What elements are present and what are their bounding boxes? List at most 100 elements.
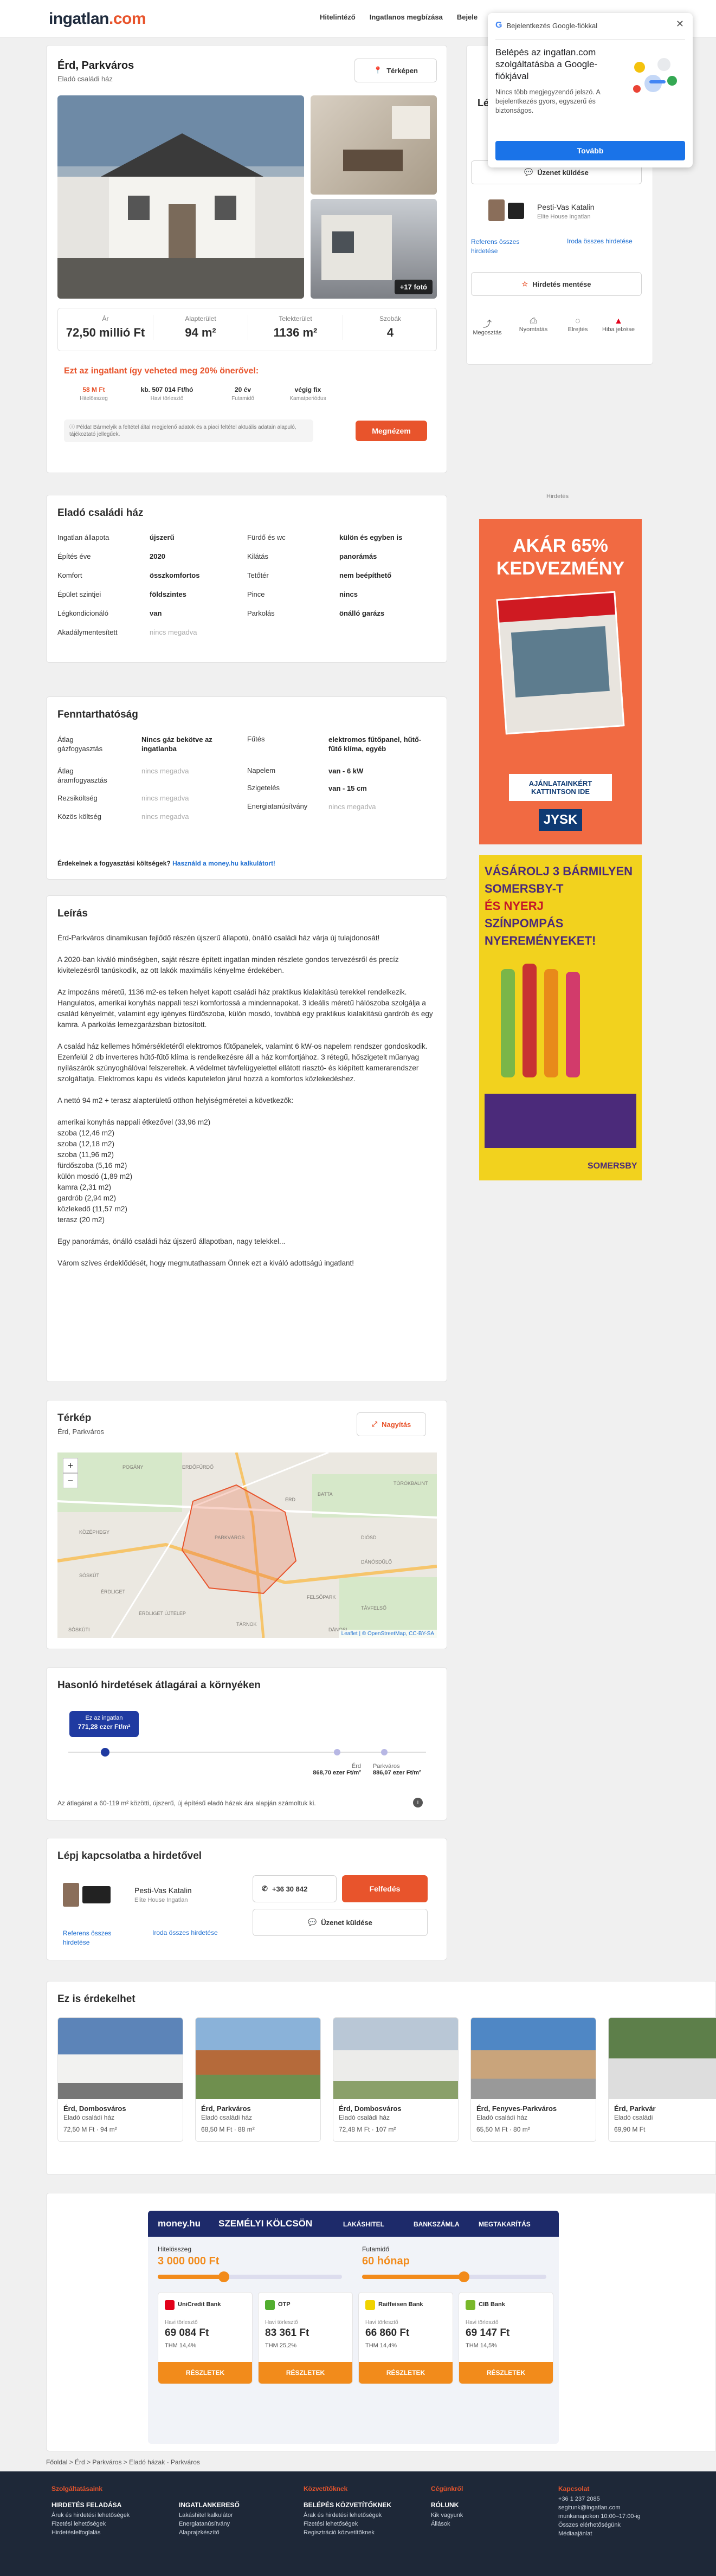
term-slider[interactable] xyxy=(362,2271,546,2282)
footer-link[interactable]: Energiatanúsítvány xyxy=(179,2521,230,2527)
nav-item[interactable]: Ingatlanos megbízása xyxy=(370,13,443,21)
agent-all-link[interactable]: Referens összes hirdetése xyxy=(63,1929,122,1947)
main-photo[interactable] xyxy=(57,95,304,299)
photo-thumbnail[interactable]: +17 fotó xyxy=(311,199,437,299)
agent-company: Elite House Ingatlan xyxy=(537,214,591,220)
footer-link[interactable]: Médiaajánlat xyxy=(558,2530,592,2537)
info-icon[interactable]: i xyxy=(413,1798,423,1807)
erd-label: Érd xyxy=(351,1763,361,1770)
reveal-phone-button[interactable]: Felfedés xyxy=(342,1875,428,1902)
expand-icon: ⤢ xyxy=(371,1420,378,1428)
nav-item[interactable]: Bejele xyxy=(457,13,478,21)
office-all-link[interactable]: Iroda összes hirdetése xyxy=(567,237,633,245)
footer-link[interactable]: Kik vagyunk xyxy=(431,2512,463,2519)
office-all-link[interactable]: Iroda összes hirdetése xyxy=(152,1929,218,1936)
footer-link[interactable]: Regisztráció közvetítőknek xyxy=(304,2529,375,2536)
map-place-label: POGÁNY xyxy=(122,1464,144,1470)
map-place-label: ÉRD xyxy=(285,1497,296,1502)
footer-link[interactable]: Fizetési lehetőségek xyxy=(304,2521,358,2527)
action-report[interactable]: ▲ Hiba jelzése xyxy=(602,317,635,333)
tab-savings[interactable]: MEGTAKARÍTÁS xyxy=(479,2220,531,2228)
key-illustration-icon xyxy=(623,51,683,105)
continue-button[interactable]: Tovább xyxy=(495,141,685,160)
room-item: terasz (20 m2) xyxy=(57,1216,105,1224)
parkvaros-label: Parkváros xyxy=(373,1763,400,1770)
agent-all-link[interactable]: Referens összes hirdetése xyxy=(471,237,531,256)
bank-details-button[interactable]: RÉSZLETEK xyxy=(158,2362,252,2384)
map-subtitle: Érd, Parkváros xyxy=(57,1428,104,1436)
moneyhu-logo[interactable]: money.hu xyxy=(158,2218,201,2229)
footer-link[interactable]: Összes elérhetőségünk xyxy=(558,2522,621,2528)
footer-link[interactable]: Alaprajzkészítő xyxy=(179,2529,220,2536)
section-title: Leírás xyxy=(57,908,88,919)
bank-details-button[interactable]: RÉSZLETEK xyxy=(459,2362,553,2384)
photo-thumbnail[interactable] xyxy=(311,95,437,195)
maint-value: elektromos fűtőpanel, hűtő-fűtő klíma, e… xyxy=(328,735,422,753)
monthly-rate: 69 147 Ft xyxy=(466,2327,510,2339)
close-icon[interactable]: ✕ xyxy=(676,18,684,30)
breadcrumb-item[interactable]: Érd xyxy=(75,2458,85,2466)
listing-price: 68,50 M Ft · 88 m² xyxy=(201,2126,255,2133)
phone-number[interactable]: ✆ +36 30 842 xyxy=(253,1875,337,1902)
zoom-in-button[interactable]: + xyxy=(63,1458,78,1473)
action-share[interactable]: ⤴ Megosztás xyxy=(471,317,504,336)
footer-heading: RÓLUNK xyxy=(431,2501,459,2509)
loan-box: Ezt az ingatlant így veheted meg 20% öne… xyxy=(57,360,437,452)
map-view[interactable]: PARKVÁROS ÉRD SÓSKÚT TÁRNOK BATTA DIÓSD DÁNÓSD… xyxy=(57,1452,437,1638)
map-attribution[interactable]: Leaflet | © OpenStreetMap, CC-BY-SA xyxy=(338,1630,437,1638)
bank-offer: UniCredit Bank Havi törlesztő 69 084 Ft THM… xyxy=(158,2292,253,2384)
cost-calculator-link[interactable]: Használd a money.hu kalkulátort! xyxy=(172,860,275,867)
chat-icon: 💬 xyxy=(308,1918,317,1926)
message-button[interactable]: 💬 Üzenet küldése xyxy=(253,1909,428,1936)
zoom-out-button[interactable]: − xyxy=(63,1473,78,1488)
map-place-label: ÉRDLIGET ÚJTELEP xyxy=(139,1611,186,1616)
breadcrumb-item[interactable]: Főoldal xyxy=(46,2458,67,2466)
nav-item[interactable]: Hitelintéző xyxy=(320,13,356,21)
footer-link[interactable]: munkanapokon 10:00–17:00-ig xyxy=(558,2513,641,2520)
footer-link[interactable]: Hirdetésfelfoglalás xyxy=(51,2529,101,2536)
map-button[interactable]: 📍 Térképen xyxy=(354,59,437,82)
more-photos-badge[interactable]: +17 fotó xyxy=(394,280,433,294)
footer-link[interactable]: +36 1 237 2085 xyxy=(558,2496,600,2502)
description-card: Leírás Érd-Parkváros dinamikusan fejlődő… xyxy=(46,895,447,1382)
recommended-listing[interactable]: Érd, Dombosváros Eladó családi ház 72,48 M… xyxy=(333,2017,459,2142)
breadcrumb-item[interactable]: Parkváros xyxy=(92,2458,121,2466)
recommended-listing[interactable]: Érd, Dombosváros Eladó családi ház 72,50 M… xyxy=(57,2017,183,2142)
recommended-listing[interactable]: Érd, Parkváros Eladó családi ház 68,50 M F… xyxy=(195,2017,321,2142)
recommended-listing[interactable]: Érd, Parkvár Eladó családi 69,90 M Ft xyxy=(608,2017,716,2142)
loan-view-button[interactable]: Megnézem xyxy=(356,421,427,441)
erd-value: 868,70 ezer Ft/m² xyxy=(313,1770,361,1776)
recommendations-card: Ez is érdekelhet Érd, Dombosváros Eladó c… xyxy=(46,1981,716,2175)
footer-link[interactable]: Állások xyxy=(431,2521,450,2527)
footer-link[interactable]: Áruk és hirdetési lehetőségek xyxy=(51,2512,130,2519)
amount-slider[interactable] xyxy=(158,2271,342,2282)
stat-lot: Telekterület 1136 m² xyxy=(248,315,343,340)
popup-title: Belépés az ingatlan.com szolgáltatásba a… xyxy=(495,47,598,81)
footer-link[interactable]: Fizetési lehetőségek xyxy=(51,2521,106,2527)
tab-bank-account[interactable]: BANKSZÁMLA xyxy=(414,2220,460,2228)
jysk-ad[interactable]: AKÁR 65% KEDVEZMÉNY AJÁNLATAINKÉRT KATTI… xyxy=(479,519,642,844)
map-place-label: TÁRNOK xyxy=(236,1622,257,1627)
bank-details-button[interactable]: RÉSZLETEK xyxy=(259,2362,352,2384)
map-place-label: SÓSKÚTI xyxy=(68,1627,90,1632)
footer-link[interactable]: segitunk@ingatlan.com xyxy=(558,2504,621,2511)
price-note: Az átlagárat a 60-119 m² közötti, újszer… xyxy=(57,1799,316,1807)
maint-label: Energiatanúsítvány xyxy=(247,802,308,810)
detail-value: külön és egyben is xyxy=(339,533,403,541)
amount-label: Hitelösszeg xyxy=(158,2245,192,2253)
key-stats: Ár 72,50 millió Ft Alapterület 94 m² Telek… xyxy=(57,308,437,351)
tab-mortgage[interactable]: LAKÁSHITEL xyxy=(343,2220,384,2228)
bank-logo-icon xyxy=(265,2300,275,2310)
footer-link[interactable]: Árak és hirdetési lehetőségek xyxy=(304,2512,382,2519)
bank-details-button[interactable]: RÉSZLETEK xyxy=(359,2362,453,2384)
save-listing-button[interactable]: ☆ Hirdetés mentése xyxy=(471,272,642,296)
somersby-ad[interactable]: VÁSÁROLJ 3 BÁRMILYEN SOMERSBY-T ÉS NYERJ SZ… xyxy=(479,855,642,1180)
maint-value: nincs megadva xyxy=(141,794,189,802)
recommended-listing[interactable]: Érd, Fenyves-Parkváros Eladó családi ház 6… xyxy=(470,2017,596,2142)
site-logo[interactable]: ingatlan.com xyxy=(49,10,146,28)
footer-link[interactable]: Lakáshitel kalkulátor xyxy=(179,2512,233,2519)
zoom-map-button[interactable]: ⤢ Nagyítás xyxy=(357,1412,426,1436)
action-print[interactable]: ⎙ Nyomtatás xyxy=(514,317,552,333)
tab-personal-loan[interactable]: SZEMÉLYI KÖLCSÖN xyxy=(218,2218,312,2229)
action-hide[interactable]: ◌ Elrejtés xyxy=(562,317,594,333)
